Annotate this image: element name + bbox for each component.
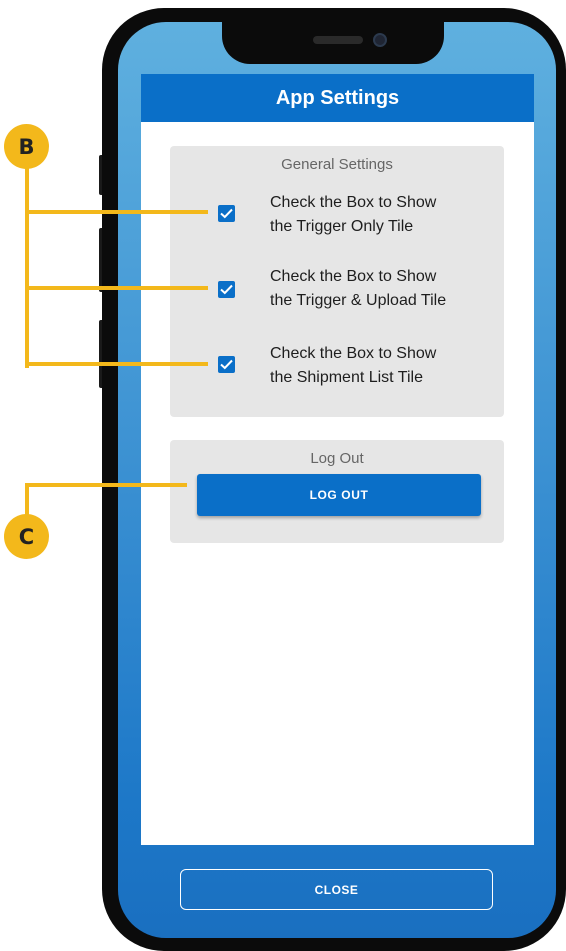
logout-heading: Log Out xyxy=(310,450,364,467)
close-button[interactable]: CLOSE xyxy=(180,869,493,910)
checkmark-icon xyxy=(220,208,233,219)
callout-b-line-2 xyxy=(25,286,208,290)
general-settings-heading: General Settings xyxy=(281,156,393,173)
option-label-line2: the Trigger Only Tile xyxy=(270,218,414,235)
checkbox-trigger-upload-tile[interactable] xyxy=(218,281,235,298)
option-label-trigger-only: Check the Box to Show the Trigger Only T… xyxy=(270,192,480,238)
option-label-line1: Check the Box to Show xyxy=(270,194,437,211)
option-label-line2: the Trigger & Upload Tile xyxy=(270,292,447,309)
option-label-line2: the Shipment List Tile xyxy=(270,369,423,386)
close-button-label: CLOSE xyxy=(314,882,359,897)
callout-c-vertical-line xyxy=(25,483,29,517)
checkbox-shipment-list-tile[interactable] xyxy=(218,356,235,373)
option-label-trigger-upload: Check the Box to Show the Trigger & Uplo… xyxy=(270,266,480,312)
checkmark-icon xyxy=(220,284,233,295)
callout-b-vertical-line xyxy=(25,166,29,368)
callout-c-letter: C xyxy=(18,524,35,549)
checkbox-trigger-only-tile[interactable] xyxy=(218,205,235,222)
callout-b-line-3 xyxy=(25,362,208,366)
callout-b-line-1 xyxy=(25,210,208,214)
option-label-line1: Check the Box to Show xyxy=(270,268,437,285)
settings-panel: App Settings General Settings Log Out xyxy=(141,74,534,845)
page-title: App Settings xyxy=(275,86,400,109)
logout-button[interactable]: LOG OUT xyxy=(197,474,481,516)
logout-button-label: LOG OUT xyxy=(309,488,369,502)
callout-c: C xyxy=(4,514,49,559)
callout-b-letter: B xyxy=(18,134,35,159)
callout-b: B xyxy=(4,124,49,169)
option-label-shipment-list: Check the Box to Show the Shipment List … xyxy=(270,343,480,389)
checkmark-icon xyxy=(220,359,233,370)
speaker-grille xyxy=(313,36,363,44)
callout-c-horizontal-line xyxy=(25,483,187,487)
option-label-line1: Check the Box to Show xyxy=(270,345,437,362)
app-header: App Settings xyxy=(141,74,534,122)
front-camera xyxy=(373,33,387,47)
